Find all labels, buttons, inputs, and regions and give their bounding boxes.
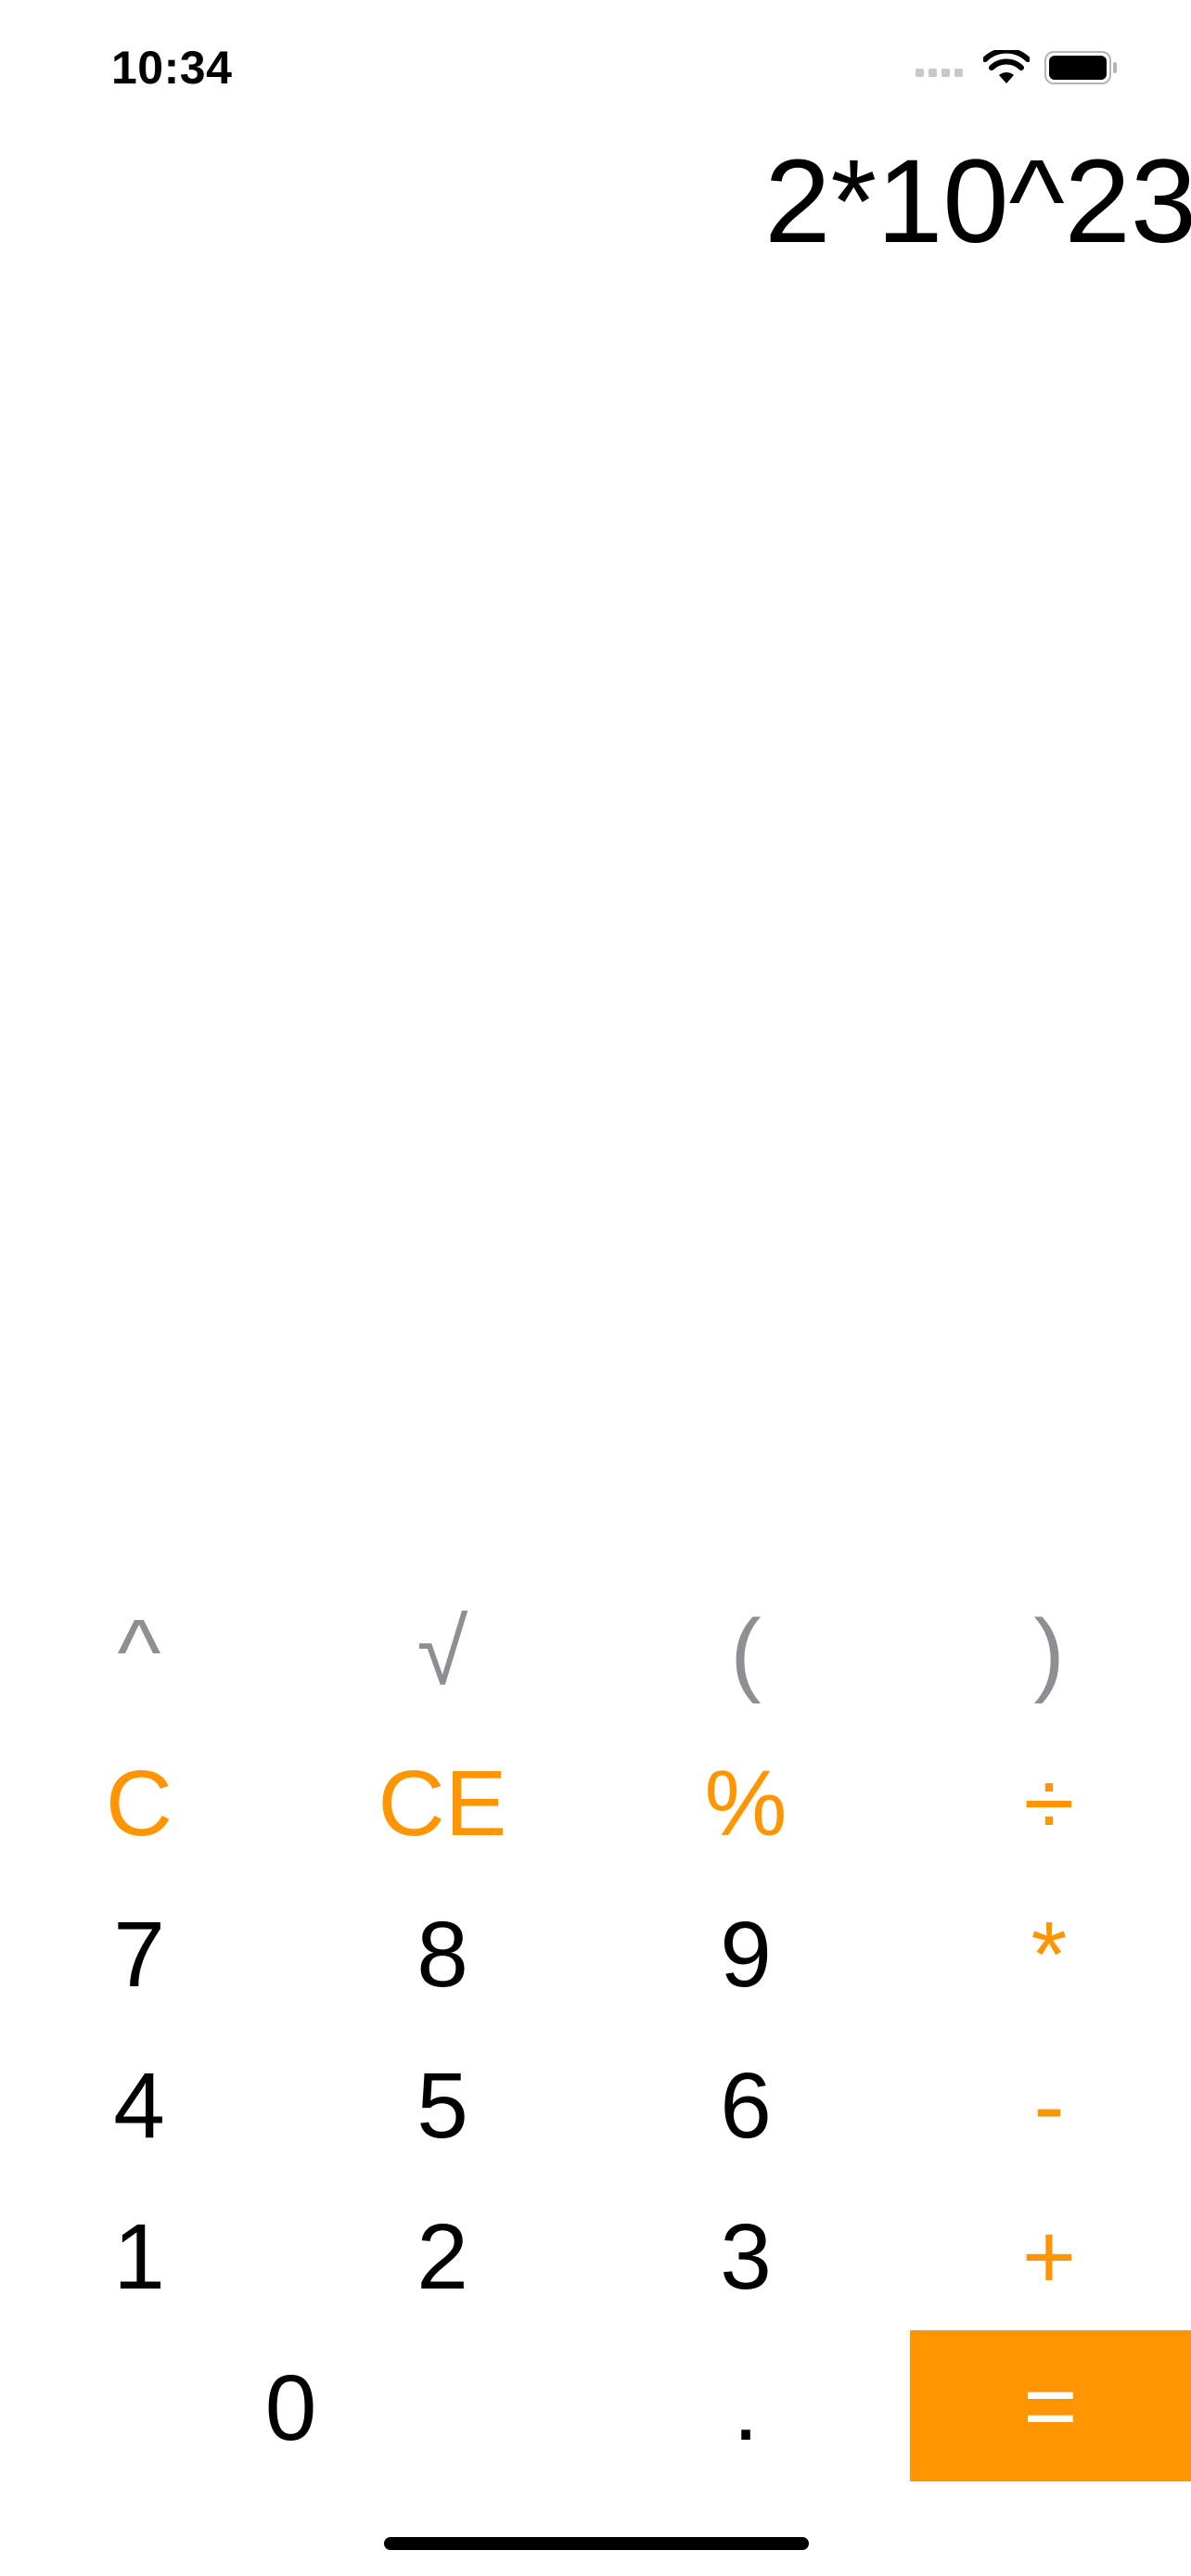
- expression-display: 2*10^23: [764, 135, 1191, 268]
- digit-7-button[interactable]: 7: [0, 1879, 278, 2030]
- percent-button[interactable]: %: [607, 1728, 885, 1879]
- clear-entry-button[interactable]: CE: [303, 1728, 582, 1879]
- power-button[interactable]: ^: [0, 1576, 278, 1728]
- status-time: 10:34: [111, 42, 233, 94]
- digit-2-button[interactable]: 2: [303, 2181, 582, 2332]
- multiply-button[interactable]: *: [910, 1879, 1188, 2030]
- wifi-icon: [983, 50, 1030, 83]
- digit-4-button[interactable]: 4: [0, 2030, 278, 2181]
- digit-8-button[interactable]: 8: [303, 1879, 582, 2030]
- equals-button[interactable]: =: [910, 2330, 1191, 2481]
- digit-5-button[interactable]: 5: [303, 2030, 582, 2181]
- square-root-button[interactable]: √: [303, 1576, 582, 1728]
- digit-1-button[interactable]: 1: [0, 2181, 278, 2332]
- open-parenthesis-button[interactable]: (: [607, 1576, 885, 1728]
- status-icons: [916, 45, 1119, 91]
- divide-button[interactable]: ÷: [910, 1728, 1188, 1879]
- clear-button[interactable]: C: [0, 1728, 278, 1879]
- close-parenthesis-button[interactable]: ): [910, 1576, 1188, 1728]
- home-indicator: [384, 2537, 809, 2550]
- subtract-button[interactable]: -: [910, 2030, 1188, 2181]
- cellular-signal-icon: [916, 58, 963, 77]
- digit-9-button[interactable]: 9: [607, 1879, 885, 2030]
- battery-icon: [1044, 51, 1117, 84]
- digit-0-button[interactable]: 0: [0, 2332, 582, 2483]
- keypad: ^ √ ( ) C CE % ÷ 7 8 9 * 4 5 6 - 1 2 3 +…: [0, 1576, 1191, 2504]
- decimal-button[interactable]: .: [607, 2332, 885, 2483]
- digit-3-button[interactable]: 3: [607, 2181, 885, 2332]
- add-button[interactable]: +: [910, 2181, 1188, 2332]
- digit-6-button[interactable]: 6: [607, 2030, 885, 2181]
